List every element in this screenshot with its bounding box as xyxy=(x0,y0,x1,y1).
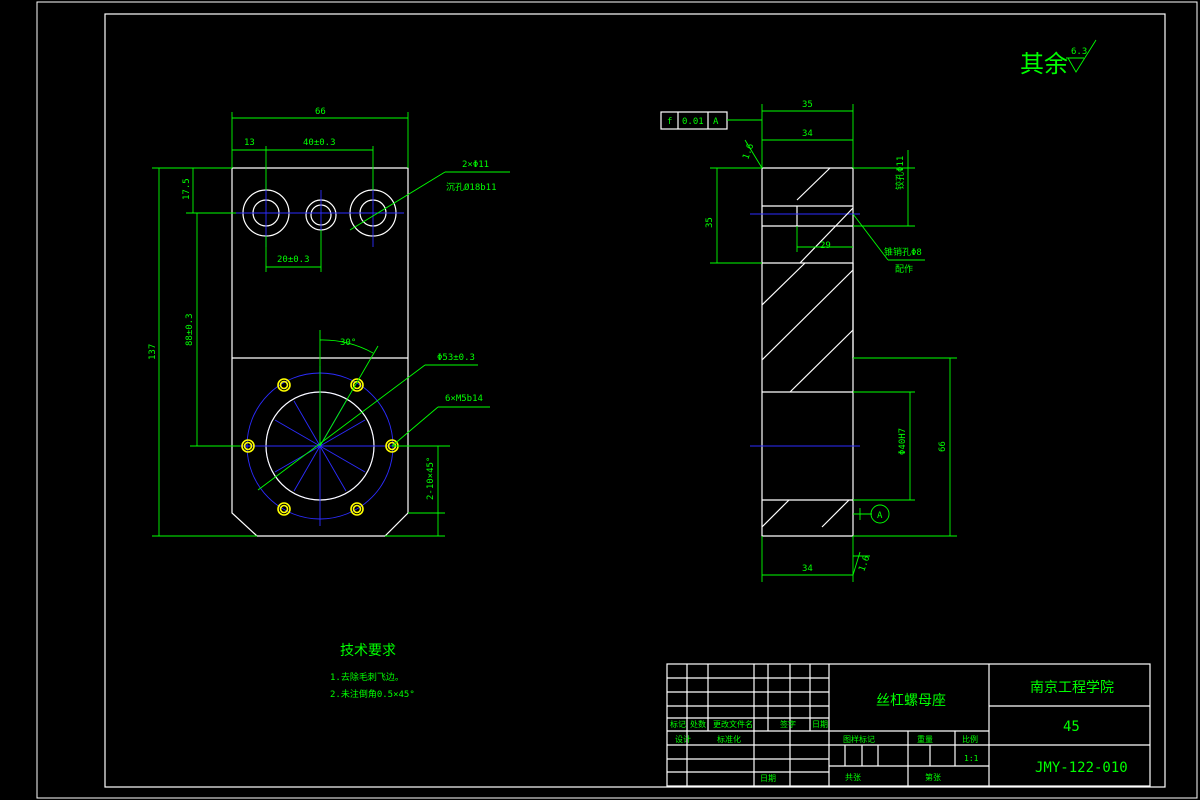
drawing-number: JMY-122-010 xyxy=(1035,760,1128,776)
tech-item-1: 1.去除毛刺飞边。 xyxy=(330,671,404,683)
tb-hdr-count: 处数 xyxy=(690,719,706,729)
dim-lower-height: 66 xyxy=(938,441,948,452)
cad-drawing: 其余 6.3 66 13 40±0.3 20±0.3 17.5 137 88±0… xyxy=(36,1,1198,799)
roughness-value: 6.3 xyxy=(1071,47,1087,57)
tech-requirements: 技术要求 1.去除毛刺飞边。 2.未注倒角0.5×45° xyxy=(330,643,415,700)
dim-center-spacing: 20±0.3 xyxy=(277,255,310,265)
inner-border xyxy=(104,13,1166,788)
dim-hole-depth: 29 xyxy=(820,241,831,251)
dim-height: 137 xyxy=(148,344,158,360)
school-name: 南京工程学院 xyxy=(1030,680,1114,696)
dim-center-height: 88±0.3 xyxy=(185,313,195,346)
tech-title: 技术要求 xyxy=(340,643,396,659)
tb-hdr-date2: 日期 xyxy=(760,774,776,783)
dim-angle: 30° xyxy=(340,338,356,348)
dim-upper-depth: 35 xyxy=(705,217,715,228)
roughness-symbol: 其余 6.3 xyxy=(1020,39,1097,78)
roughness-note: 其余 xyxy=(1020,50,1068,78)
tb-hdr-sign: 签字 xyxy=(780,719,796,729)
dim-bore: Φ40H7 xyxy=(898,428,908,455)
dim-left-offset: 13 xyxy=(244,138,255,148)
note-threaded-holes: 6×M5b14 xyxy=(445,394,483,404)
dim-hole-spacing: 40±0.3 xyxy=(303,138,336,148)
tb-hdr-scale: 比例 xyxy=(962,734,978,744)
outer-border xyxy=(36,1,1198,799)
tb-hdr-sheet-no: 第张 xyxy=(925,772,941,782)
tol-datum: A xyxy=(713,117,719,127)
scale-value: 1:1 xyxy=(964,754,979,763)
tb-hdr-date: 日期 xyxy=(812,720,828,729)
datum-label: A xyxy=(877,511,883,521)
tol-value: 0.01 xyxy=(682,117,704,127)
dim-top-offset: 17.5 xyxy=(182,178,192,200)
note-taper: 锥销孔Φ8 xyxy=(884,246,922,258)
dim-small-hole: 铰孔Φ11 xyxy=(894,156,906,190)
front-view: 66 13 40±0.3 20±0.3 17.5 137 88±0.3 30° xyxy=(148,107,510,537)
tb-hdr-doc: 更改文件名 xyxy=(713,719,753,729)
side-view: f 0.01 A 35 34 1.6 35 铰孔Φ11 29 锥销孔Φ8 配作 xyxy=(660,100,957,582)
title-block: 标记 处数 更改文件名 签字 日期 设计 标准化 图样标记 重量 比例 日期 共… xyxy=(666,663,1151,787)
dim-bottom-width: 34 xyxy=(802,564,813,574)
dim-slope-top: 1.6 xyxy=(741,142,756,161)
tb-hdr-design: 设计 xyxy=(675,734,691,744)
dim-bolt-circle: Φ53±0.3 xyxy=(437,353,475,363)
dim-slope-bottom: 1.6 xyxy=(857,554,872,573)
note-counterbore: 沉孔Ø18b11 xyxy=(446,182,497,193)
tech-item-2: 2.未注倒角0.5×45° xyxy=(330,688,415,700)
dim-overall-width: 66 xyxy=(315,107,326,117)
tb-hdr-mark: 标记 xyxy=(670,719,686,729)
tb-hdr-standard: 标准化 xyxy=(717,734,741,744)
dim-total-width: 35 xyxy=(802,100,813,110)
tb-hdr-sheets: 共张 xyxy=(845,773,861,782)
note-holes-qty: 2×Φ11 xyxy=(462,160,489,170)
material: 45 xyxy=(1063,719,1080,735)
part-name: 丝杠螺母座 xyxy=(876,693,946,709)
tb-hdr-stage: 图样标记 xyxy=(843,734,875,744)
note-chamfer: 2-10×45° xyxy=(426,457,436,500)
tb-hdr-weight: 重量 xyxy=(917,734,933,744)
tol-symbol: f xyxy=(667,117,672,127)
note-assembly: 配作 xyxy=(895,263,913,275)
dim-body-width: 34 xyxy=(802,129,813,139)
